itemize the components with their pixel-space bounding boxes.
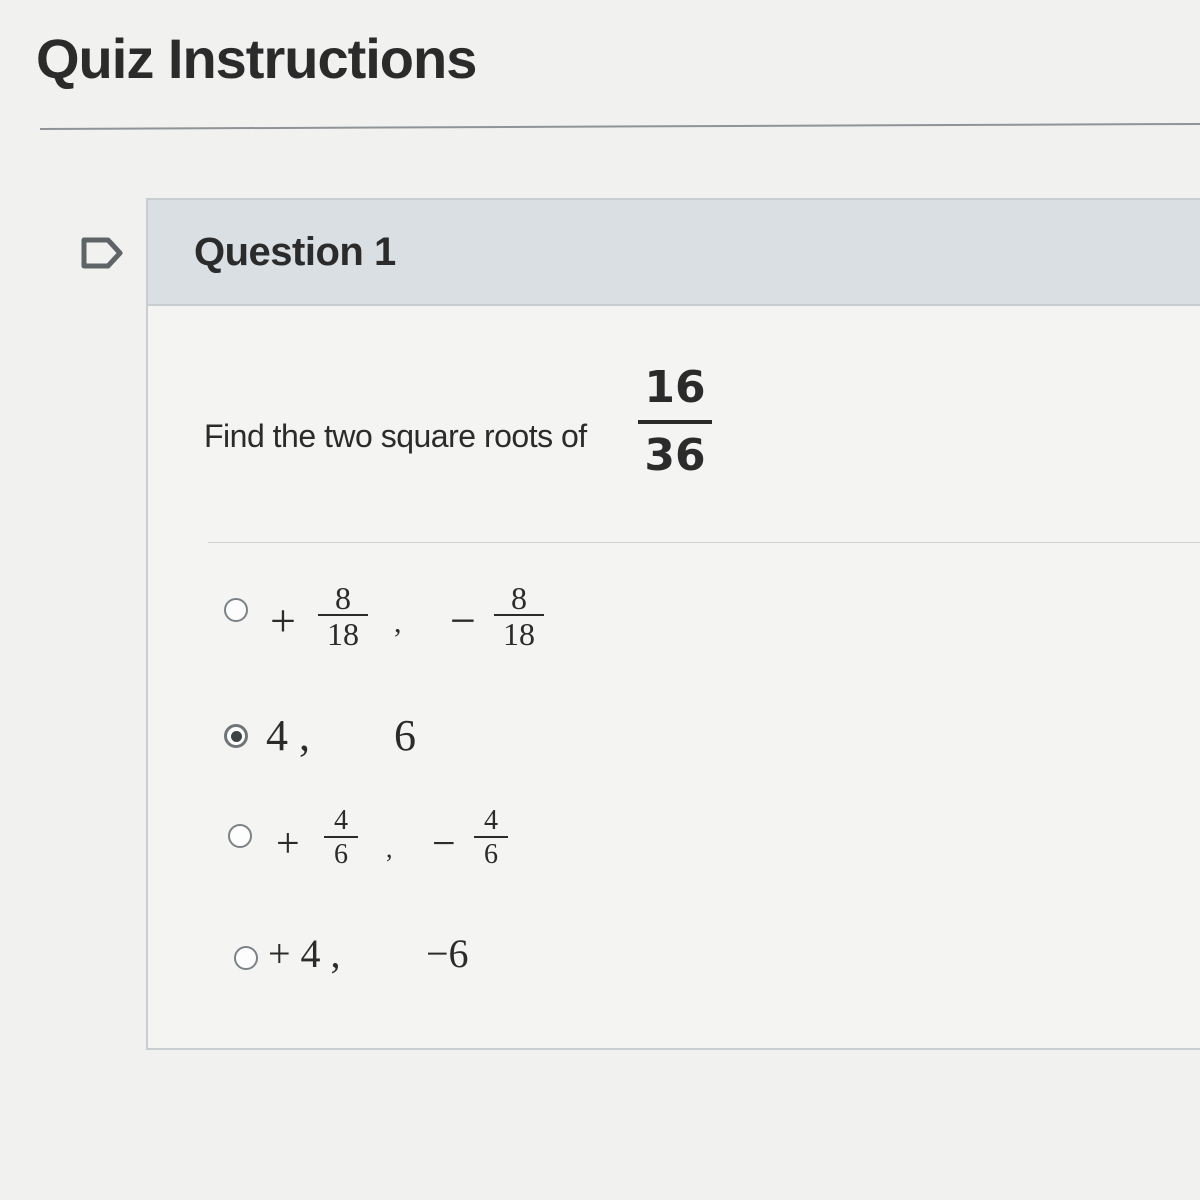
answer-option-3[interactable]: + 4 6 , − 4 6 [228, 804, 548, 894]
answer-fraction: 4 6 [324, 806, 358, 872]
radio-button[interactable] [228, 824, 252, 848]
fraction-numerator: 4 [334, 805, 348, 836]
radio-button[interactable] [224, 598, 248, 622]
fraction-numerator: 8 [511, 580, 527, 616]
answer-text-second: −6 [426, 931, 469, 976]
minus-sign: − [432, 821, 456, 867]
answer-text: + 4 , [268, 931, 341, 976]
plus-sign: + [276, 821, 300, 867]
radio-button-selected[interactable] [224, 724, 248, 748]
minus-sign: − [450, 595, 476, 646]
plus-sign: + [270, 595, 296, 646]
page-title: Quiz Instructions [36, 27, 477, 90]
flag-question-icon[interactable] [80, 236, 124, 270]
fraction-denominator: 18 [327, 616, 359, 652]
fraction-denominator: 18 [503, 616, 535, 652]
answer-fraction: 8 18 [318, 582, 368, 652]
fraction-denominator: 6 [334, 839, 348, 870]
answer-list: + 8 18 , − 8 18 4 , 6 + 4 6 , − 4 6 + 4 … [148, 200, 1200, 1048]
answer-option-2[interactable]: 4 , 6 [224, 708, 524, 768]
fraction-numerator: 8 [335, 580, 351, 616]
answer-option-1[interactable]: + 8 18 , − 8 18 [218, 580, 578, 670]
comma-separator: , [394, 606, 402, 639]
comma-separator: , [386, 834, 393, 863]
title-divider [39, 122, 1200, 130]
fraction-numerator: 4 [484, 805, 498, 836]
answer-text: 4 , [266, 711, 310, 760]
answer-option-4[interactable]: + 4 , −6 [234, 928, 554, 988]
answer-fraction: 4 6 [474, 806, 508, 872]
radio-button[interactable] [234, 946, 258, 970]
question-card: Question 1 Find the two square roots of … [146, 198, 1200, 1050]
answer-fraction: 8 18 [494, 582, 544, 652]
fraction-denominator: 6 [484, 839, 498, 870]
answer-text-second: 6 [394, 711, 416, 760]
